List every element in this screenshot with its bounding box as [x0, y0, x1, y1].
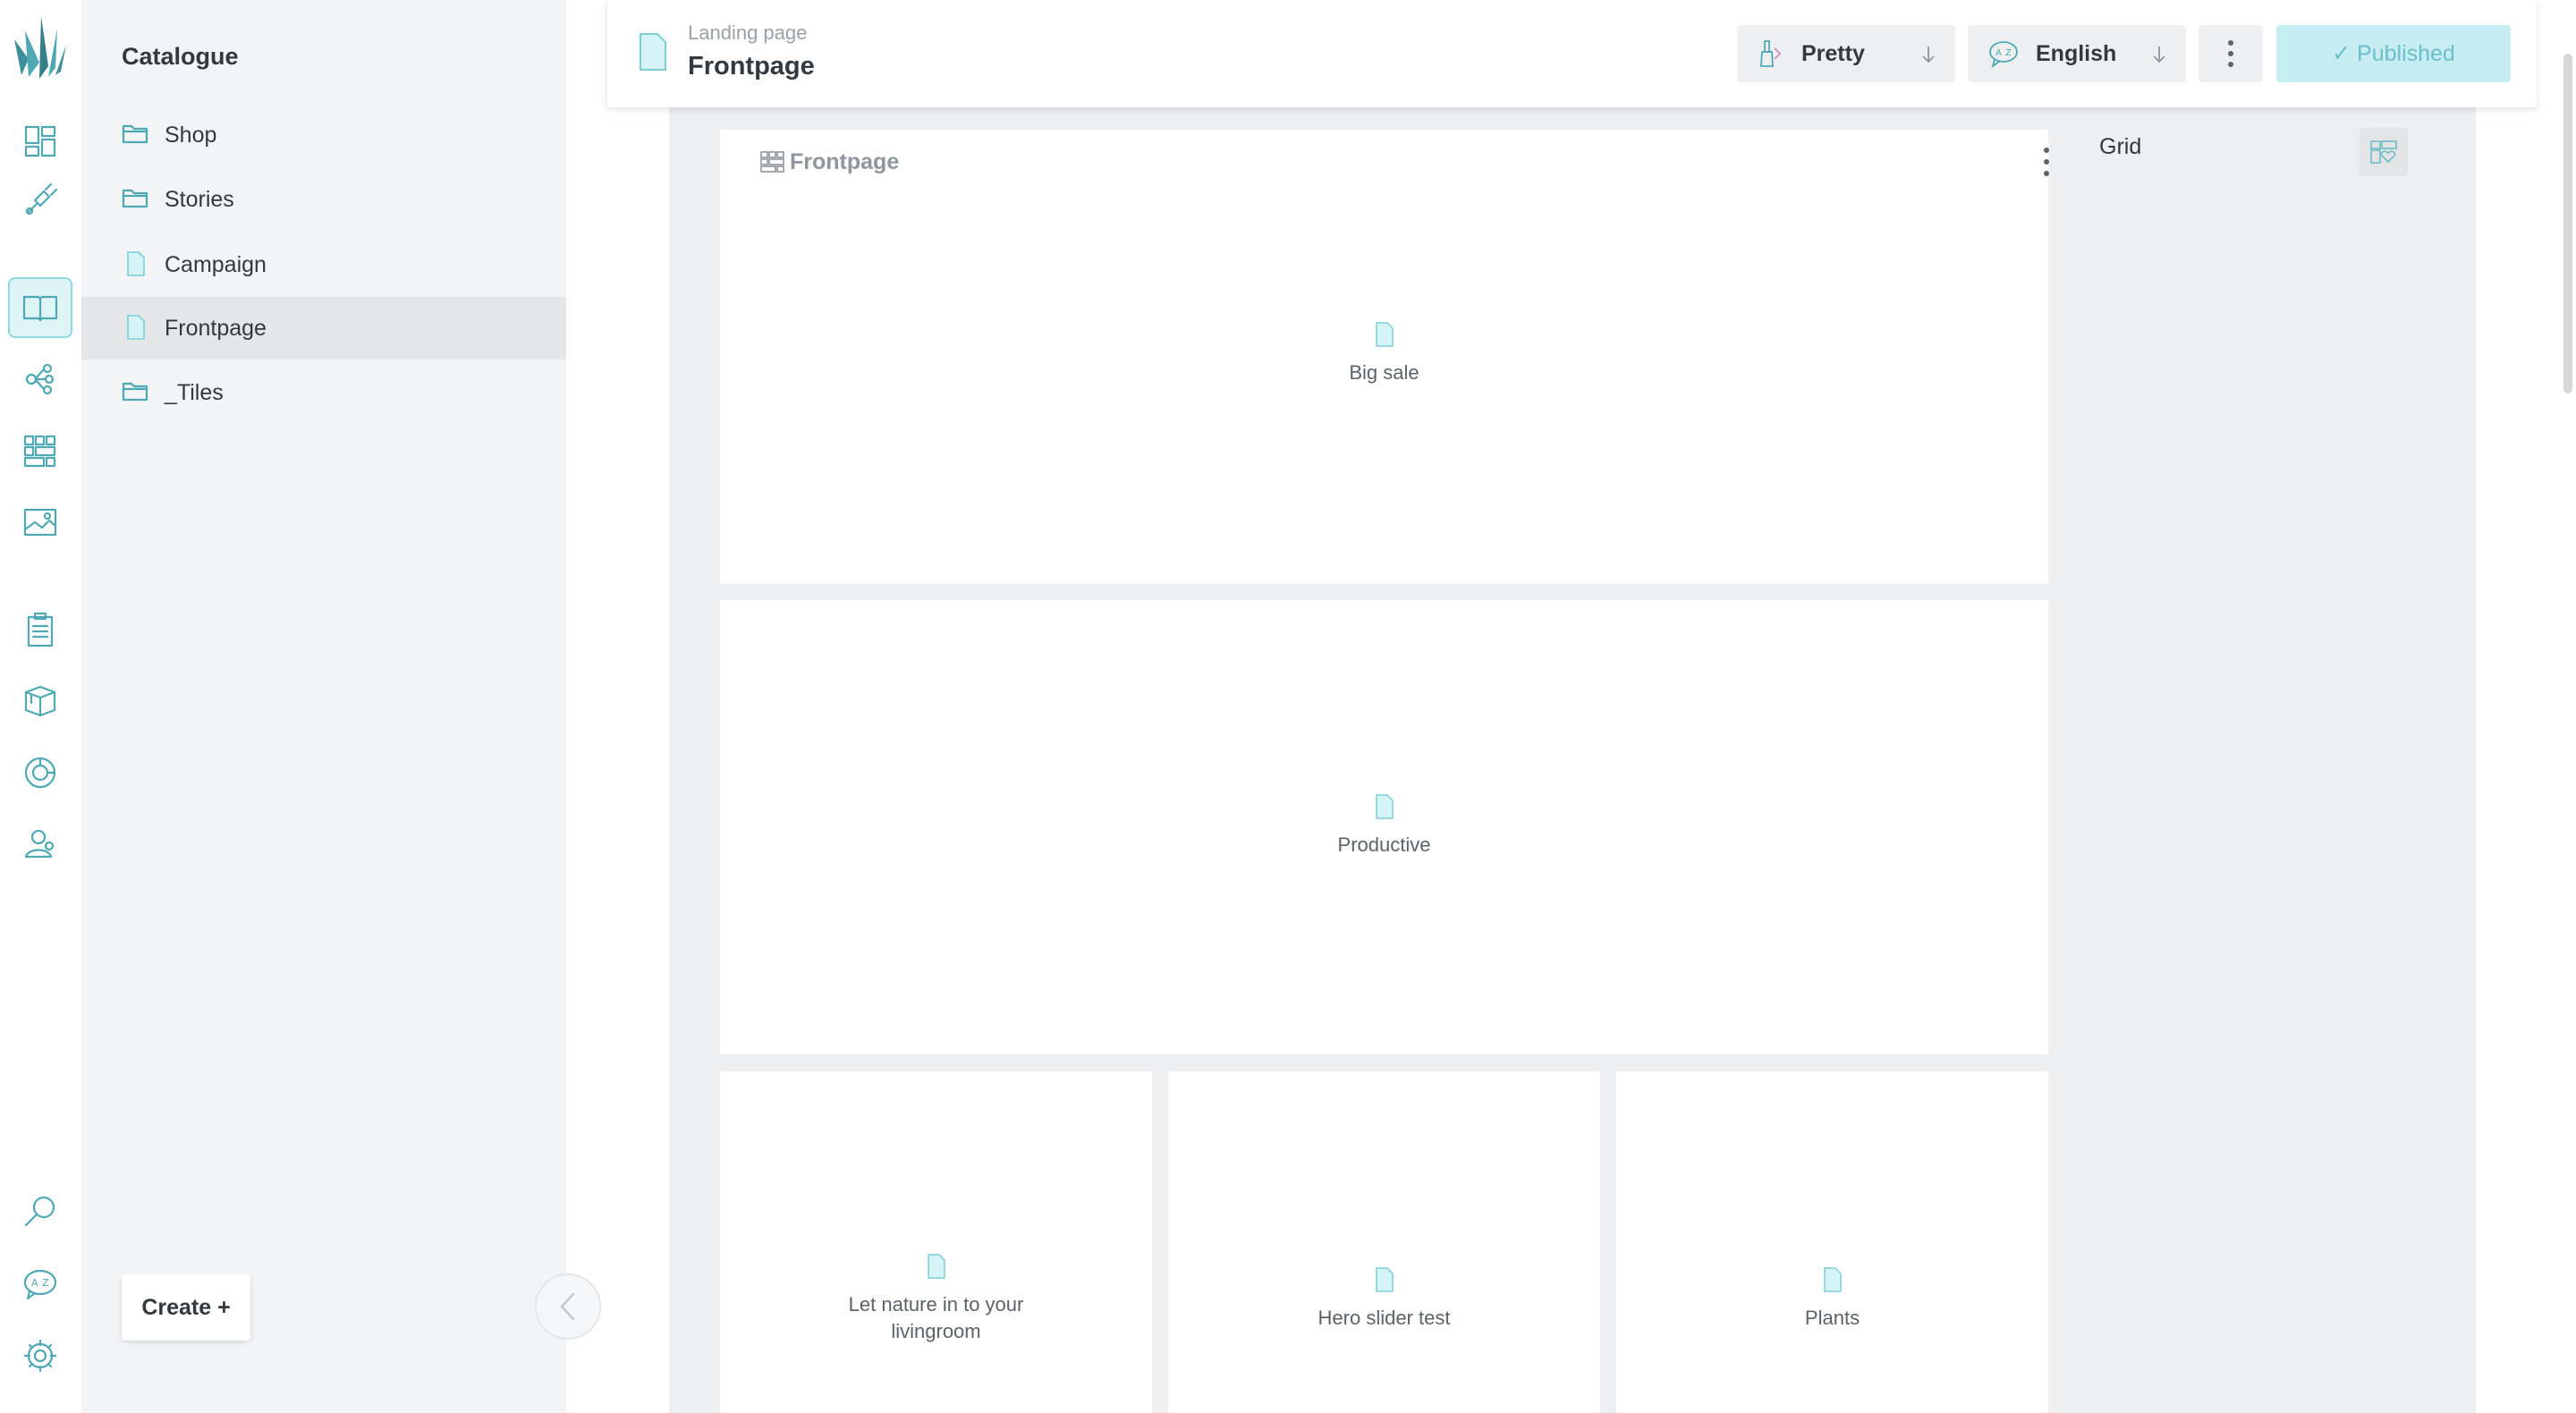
- tree-item-label: Campaign: [165, 251, 267, 277]
- published-label: ✓ Published: [2332, 41, 2455, 66]
- clipboard-icon[interactable]: [10, 601, 71, 658]
- document-icon: [1375, 322, 1394, 347]
- published-status-button[interactable]: ✓ Published: [2276, 25, 2511, 82]
- chevron-left-icon: [560, 1292, 575, 1321]
- svg-text:A: A: [1996, 48, 2002, 58]
- grid-title: Frontpage: [790, 149, 900, 174]
- tree-item-label: Stories: [165, 186, 234, 212]
- arrow-down-icon: [2153, 47, 2165, 63]
- tree-title: Catalogue: [122, 43, 239, 70]
- vertical-dots-icon: [2228, 40, 2233, 67]
- tree-item-tiles[interactable]: _Tiles: [81, 361, 566, 424]
- document-icon: [127, 315, 145, 340]
- grid-heart-icon: [2370, 140, 2397, 164]
- svg-text:Z: Z: [42, 1277, 49, 1289]
- translate-icon: AZ: [1989, 41, 2018, 68]
- document-icon: [640, 33, 666, 71]
- block-label: Big sale: [1349, 361, 1419, 384]
- folder-icon: [122, 382, 148, 402]
- language-label: English: [2036, 40, 2117, 66]
- folder-icon: [122, 189, 148, 208]
- crystal-logo-icon[interactable]: [13, 13, 68, 84]
- document-icon: [1375, 1267, 1394, 1292]
- tree-item-stories[interactable]: Stories: [81, 168, 566, 231]
- language-select[interactable]: AZ English: [1968, 25, 2186, 82]
- vertical-scrollbar[interactable]: [2563, 54, 2572, 393]
- document-icon: [1823, 1267, 1842, 1292]
- document-icon: [1375, 794, 1394, 819]
- pen-tool-icon[interactable]: [10, 172, 71, 229]
- brush-icon: [1760, 40, 1782, 67]
- catalogue-book-icon[interactable]: [8, 277, 72, 338]
- document-icon: [927, 1254, 945, 1279]
- create-button[interactable]: Create +: [122, 1274, 250, 1341]
- grid-layout-icon: [760, 151, 784, 173]
- main-nav-rail: AZ: [0, 0, 81, 1413]
- tree-item-label: _Tiles: [165, 379, 224, 405]
- block-label: Hero slider test: [1318, 1307, 1451, 1329]
- image-icon[interactable]: [10, 494, 71, 551]
- tree-item-label: Shop: [165, 122, 217, 148]
- settings-icon[interactable]: [10, 1327, 71, 1384]
- block-label: Let nature in to your livingroom: [848, 1293, 1024, 1342]
- box-icon[interactable]: [10, 673, 71, 730]
- block-label: Plants: [1804, 1307, 1860, 1329]
- arrow-down-icon: [1922, 47, 1935, 63]
- tiles-grid-icon[interactable]: [10, 422, 71, 479]
- document-header: Landing page Frontpage Pretty AZ English…: [607, 0, 2537, 107]
- catalogue-tree-panel: Catalogue Shop Stories Campaign Frontpag…: [81, 0, 566, 1413]
- tree-item-label: Frontpage: [165, 315, 267, 341]
- grid-settings-button[interactable]: [2360, 128, 2408, 176]
- view-mode-label: Pretty: [1801, 40, 1865, 66]
- users-icon[interactable]: [10, 816, 71, 873]
- grid-more-button[interactable]: [2041, 148, 2052, 176]
- tree-item-shop[interactable]: Shop: [81, 104, 566, 166]
- relations-icon[interactable]: [10, 351, 71, 408]
- document-title: Frontpage: [688, 52, 815, 80]
- dashboard-icon[interactable]: [10, 113, 71, 170]
- tree-item-frontpage[interactable]: Frontpage: [81, 297, 566, 360]
- grid-cell-hero-slider-test[interactable]: Hero slider test: [1168, 1071, 1600, 1413]
- editor-workspace: Frontpage Big sale Productive Let nature…: [669, 0, 2476, 1413]
- translate-icon[interactable]: AZ: [10, 1256, 71, 1313]
- tree-item-campaign[interactable]: Campaign: [81, 233, 566, 296]
- grid-panel-label: Grid: [2099, 134, 2142, 159]
- document-type-label: Landing page: [688, 21, 808, 44]
- grid-cell-productive[interactable]: Productive: [720, 600, 2048, 1054]
- more-options-button[interactable]: [2199, 25, 2263, 82]
- panel-gutter: [566, 0, 669, 1413]
- block-label: Productive: [1337, 833, 1431, 856]
- pie-chart-icon[interactable]: [10, 744, 71, 801]
- document-icon: [127, 251, 145, 276]
- svg-text:Z: Z: [2005, 48, 2012, 58]
- search-icon[interactable]: [10, 1182, 71, 1240]
- view-mode-select[interactable]: Pretty: [1737, 25, 1955, 82]
- grid-cell-plants[interactable]: Plants: [1616, 1071, 2048, 1413]
- grid-cell-let-nature-in[interactable]: Let nature in to your livingroom: [720, 1071, 1152, 1413]
- svg-text:A: A: [31, 1277, 38, 1289]
- folder-icon: [122, 124, 148, 144]
- grid-cell-big-sale[interactable]: Frontpage Big sale: [720, 130, 2049, 584]
- collapse-panel-button[interactable]: [535, 1273, 601, 1340]
